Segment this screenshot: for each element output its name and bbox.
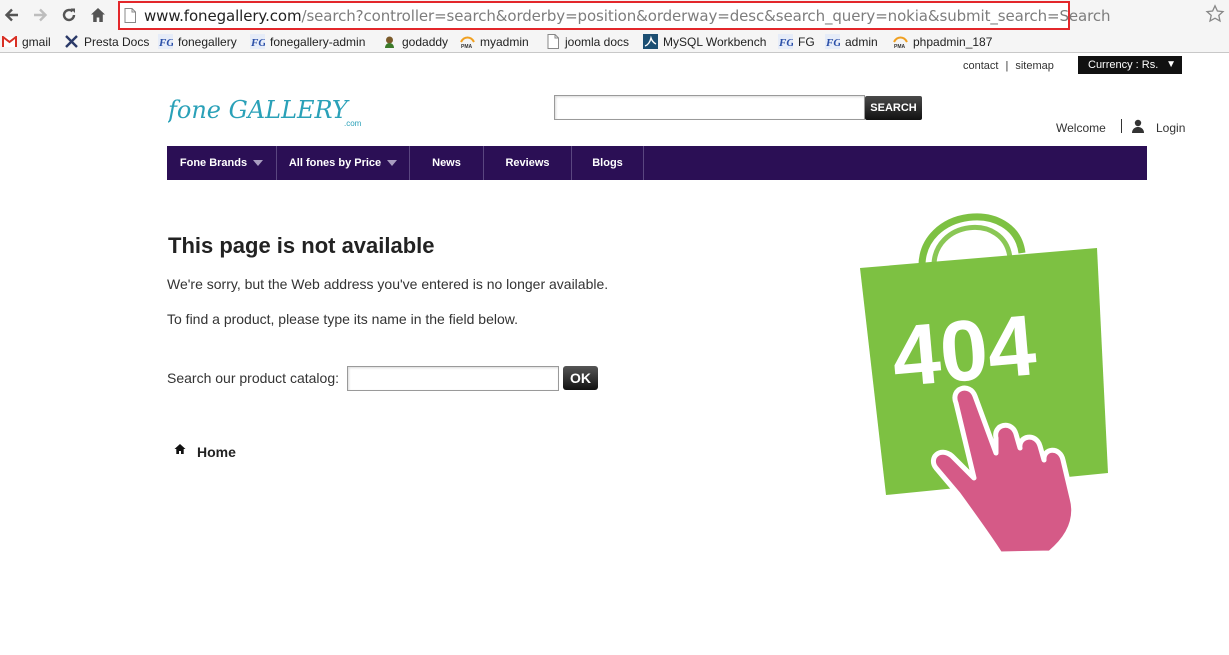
back-icon[interactable] [1, 4, 23, 26]
fg-icon: FG [778, 34, 793, 49]
header-search-input[interactable] [554, 95, 865, 120]
svg-text:PMA: PMA [461, 44, 473, 49]
bookmark-star-icon[interactable] [1205, 4, 1225, 24]
pma-icon: PMA [893, 34, 908, 49]
menu-all-fones-by-price[interactable]: All fones by Price [277, 146, 410, 180]
svg-text:FG: FG [825, 37, 840, 49]
home-icon[interactable] [87, 4, 109, 26]
bookmark-gmail[interactable]: gmail [2, 33, 51, 50]
page-icon [124, 8, 136, 23]
currency-label: Currency : Rs. [1088, 59, 1159, 71]
top-links: contact | sitemap [963, 60, 1054, 72]
prestashop-icon [64, 34, 79, 49]
fg-icon: FG [825, 34, 840, 49]
mysql-icon [643, 34, 658, 49]
login-divider [1121, 119, 1122, 133]
svg-text:FG: FG [778, 37, 793, 49]
forward-icon[interactable] [29, 4, 51, 26]
fg-icon: FG [250, 34, 265, 49]
top-links-separator: | [1005, 60, 1009, 72]
bookmark-label: godaddy [402, 34, 449, 49]
caret-down-icon: ▼ [1166, 59, 1176, 70]
bookmarks-bar: gmail Presta Docs FG fonegallery FG fone… [0, 30, 1229, 53]
bookmark-mysql-workbench[interactable]: MySQL Workbench [643, 33, 766, 50]
page-icon [545, 34, 560, 49]
logo-subtext: .com [344, 119, 362, 128]
pma-icon: PMA [460, 34, 475, 49]
fg-icon: FG [158, 34, 173, 49]
bookmark-myadmin[interactable]: PMA myadmin [460, 33, 529, 50]
bookmark-label: admin [845, 34, 878, 49]
bookmark-label: Presta Docs [84, 34, 150, 49]
browser-toolbar: www.fonegallery.com/search?controller=se… [0, 0, 1229, 30]
login-link[interactable]: Login [1156, 121, 1185, 135]
search-instruction: To find a product, please type its name … [167, 311, 518, 327]
catalog-search-input[interactable] [347, 366, 559, 391]
menu-blogs[interactable]: Blogs [572, 146, 644, 180]
menu-label: Reviews [505, 157, 550, 169]
menu-label: Blogs [592, 157, 623, 169]
sitemap-link[interactable]: sitemap [1015, 60, 1054, 72]
bookmark-phpadmin-187[interactable]: PMA phpadmin_187 [893, 33, 992, 50]
url-text: www.fonegallery.com/search?controller=se… [144, 7, 1111, 25]
gmail-icon [2, 34, 17, 49]
caret-down-icon [253, 160, 264, 166]
menu-label: News [432, 157, 461, 169]
caret-down-icon [387, 160, 398, 166]
svg-text:FG: FG [250, 37, 265, 49]
address-bar[interactable]: www.fonegallery.com/search?controller=se… [118, 1, 1111, 30]
menu-news[interactable]: News [410, 146, 484, 180]
bookmark-label: FG [798, 34, 815, 49]
menu-label: Fone Brands [179, 157, 248, 169]
page-title: This page is not available [168, 233, 435, 258]
bookmark-label: phpadmin_187 [913, 34, 993, 49]
bookmark-admin[interactable]: FG admin [825, 33, 878, 50]
bookmark-label: fonegallery-admin [270, 34, 366, 49]
header-search-button[interactable]: SEARCH [865, 96, 922, 120]
svg-text:PMA: PMA [894, 44, 906, 49]
user-icon [1132, 119, 1144, 133]
contact-link[interactable]: contact [963, 60, 998, 72]
bookmark-label: joomla docs [565, 34, 630, 49]
404-shopping-bag-illustration: 404 [860, 213, 1108, 557]
bookmark-fonegallery[interactable]: FG fonegallery [158, 33, 237, 50]
menu-label: All fones by Price [288, 157, 382, 169]
bookmark-fg[interactable]: FG FG [778, 33, 815, 50]
bookmark-label: gmail [22, 34, 51, 49]
svg-text:FG: FG [158, 37, 173, 49]
currency-selector[interactable]: Currency : Rs. ▼ [1078, 56, 1182, 74]
bookmark-label: fonegallery [178, 34, 237, 49]
bookmark-fonegallery-admin[interactable]: FG fonegallery-admin [250, 33, 365, 50]
reload-icon[interactable] [58, 4, 80, 26]
home-link[interactable]: Home [197, 444, 236, 460]
logo-text: fone GALLERY [168, 96, 350, 124]
site-logo[interactable]: fone GALLERY .com [166, 92, 368, 132]
bookmark-presta-docs[interactable]: Presta Docs [64, 33, 149, 50]
catalog-search-label: Search our product catalog: [167, 370, 339, 386]
godaddy-icon [382, 34, 397, 49]
menu-fone-brands[interactable]: Fone Brands [167, 146, 277, 180]
error-message: We're sorry, but the Web address you've … [167, 276, 609, 292]
bookmark-godaddy[interactable]: godaddy [382, 33, 448, 50]
home-link-icon [174, 444, 186, 454]
welcome-text: Welcome [1056, 121, 1106, 135]
main-menu: Fone Brands All fones by Price News Revi… [167, 146, 1147, 180]
menu-reviews[interactable]: Reviews [484, 146, 572, 180]
catalog-search-ok-button[interactable]: OK [563, 366, 598, 390]
bookmark-joomla-docs[interactable]: joomla docs [545, 33, 629, 50]
bookmark-label: myadmin [480, 34, 529, 49]
bookmark-label: MySQL Workbench [663, 34, 767, 49]
